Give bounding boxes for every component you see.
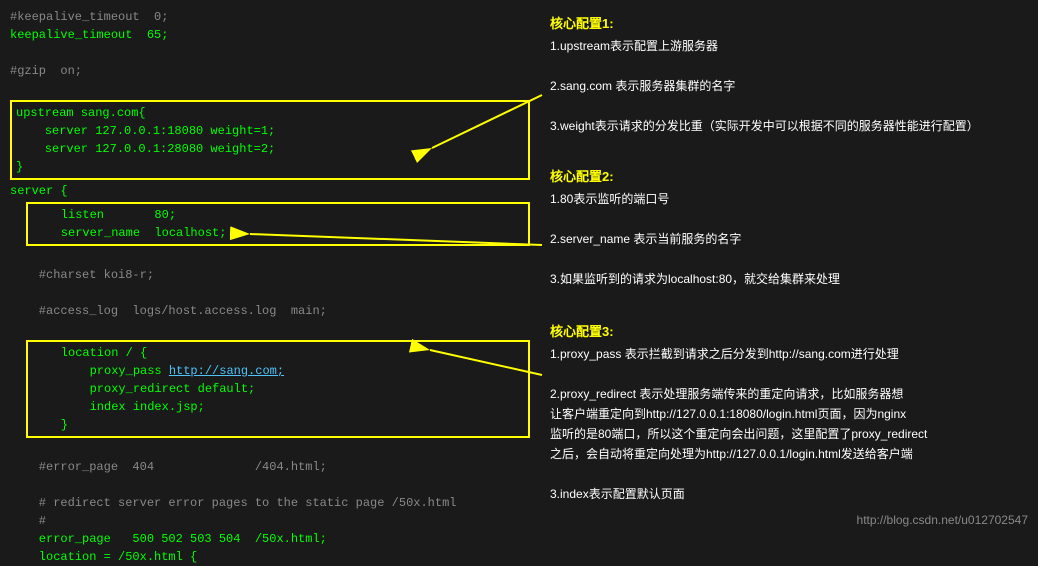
code-line: } xyxy=(16,158,524,176)
code-line: } xyxy=(32,416,524,434)
upstream-box: upstream sang.com{ server 127.0.0.1:1808… xyxy=(10,100,530,180)
main-container: #keepalive_timeout 0; keepalive_timeout … xyxy=(0,0,1038,535)
code-line xyxy=(10,440,530,458)
code-line: #charset koi8-r; xyxy=(10,266,530,284)
annotation-item: 让客户端重定向到http://127.0.0.1:18080/login.htm… xyxy=(550,404,1028,424)
server-listen-box: listen 80; server_name localhost; xyxy=(26,202,530,246)
code-line xyxy=(10,80,530,98)
location-box: location / { proxy_pass http://sang.com;… xyxy=(26,340,530,438)
code-line: error_page 500 502 503 504 /50x.html; xyxy=(10,530,530,548)
code-line xyxy=(10,248,530,266)
code-line: index index.jsp; xyxy=(32,398,524,416)
code-line: location / { xyxy=(32,344,524,362)
annotation-title-3: 核心配置3: xyxy=(550,321,1028,340)
code-line: # xyxy=(10,512,530,530)
annotation-item: 2.server_name 表示当前服务的名字 xyxy=(550,229,1028,249)
annotation-item: 2.proxy_redirect 表示处理服务端传来的重定向请求，比如服务器想 xyxy=(550,384,1028,404)
code-line xyxy=(10,320,530,338)
code-line: server { xyxy=(10,182,530,200)
code-line: location = /50x.html { xyxy=(10,548,530,566)
annotation-item: 2.sang.com 表示服务器集群的名字 xyxy=(550,76,1028,96)
annotation-item xyxy=(550,209,1028,229)
code-line xyxy=(10,476,530,494)
annotation-item: 3.index表示配置默认页面 xyxy=(550,484,1028,504)
annotation-title-2: 核心配置2: xyxy=(550,166,1028,185)
code-line: server_name localhost; xyxy=(32,224,524,242)
annotation-item xyxy=(550,364,1028,384)
watermark: http://blog.csdn.net/u012702547 xyxy=(857,513,1028,527)
code-line: proxy_pass http://sang.com; xyxy=(32,362,524,380)
code-line: keepalive_timeout 65; xyxy=(10,26,530,44)
proxy-pass-link: http://sang.com; xyxy=(169,364,284,378)
annotation-panel: 核心配置1: 1.upstream表示配置上游服务器 2.sang.com 表示… xyxy=(540,0,1038,535)
code-line xyxy=(10,44,530,62)
annotation-item: 3.weight表示请求的分发比重（实际开发中可以根据不同的服务器性能进行配置） xyxy=(550,116,1028,136)
code-line xyxy=(10,284,530,302)
annotation-item: 1.80表示监听的端口号 xyxy=(550,189,1028,209)
annotation-item: 1.upstream表示配置上游服务器 xyxy=(550,36,1028,56)
annotation-title-1: 核心配置1: xyxy=(550,13,1028,32)
code-line: upstream sang.com{ xyxy=(16,104,524,122)
annotation-block-3: 核心配置3: 1.proxy_pass 表示拦截到请求之后分发到http://s… xyxy=(550,321,1028,504)
code-line: server 127.0.0.1:18080 weight=1; xyxy=(16,122,524,140)
annotation-item xyxy=(550,464,1028,484)
annotation-item xyxy=(550,56,1028,76)
code-line: #gzip on; xyxy=(10,62,530,80)
annotation-item: 监听的是80端口，所以这个重定向会出问题，这里配置了proxy_redirect xyxy=(550,424,1028,444)
code-line: proxy_redirect default; xyxy=(32,380,524,398)
annotation-item: 3.如果监听到的请求为localhost:80，就交给集群来处理 xyxy=(550,269,1028,289)
code-panel: #keepalive_timeout 0; keepalive_timeout … xyxy=(0,0,540,535)
code-line: #error_page 404 /404.html; xyxy=(10,458,530,476)
code-line: listen 80; xyxy=(32,206,524,224)
annotation-block-1: 核心配置1: 1.upstream表示配置上游服务器 2.sang.com 表示… xyxy=(550,13,1028,136)
annotation-item xyxy=(550,96,1028,116)
code-line: # redirect server error pages to the sta… xyxy=(10,494,530,512)
code-line: server 127.0.0.1:28080 weight=2; xyxy=(16,140,524,158)
annotation-item xyxy=(550,249,1028,269)
annotation-block-2: 核心配置2: 1.80表示监听的端口号 2.server_name 表示当前服务… xyxy=(550,166,1028,289)
code-line: #access_log logs/host.access.log main; xyxy=(10,302,530,320)
annotation-item: 1.proxy_pass 表示拦截到请求之后分发到http://sang.com… xyxy=(550,344,1028,364)
annotation-item: 之后，会自动将重定向处理为http://127.0.0.1/login.html… xyxy=(550,444,1028,464)
code-line: #keepalive_timeout 0; xyxy=(10,8,530,26)
